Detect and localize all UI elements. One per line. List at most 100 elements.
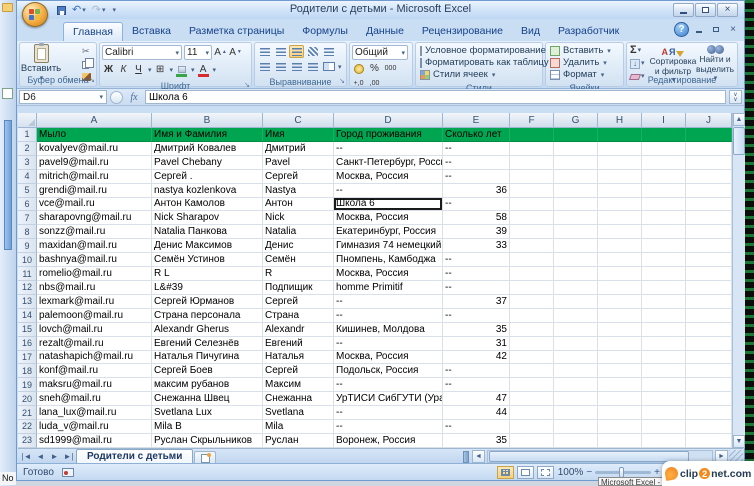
cell-C3[interactable]: Pavel	[263, 156, 334, 170]
copy-button[interactable]	[82, 59, 91, 69]
row-header-12[interactable]: 12	[18, 281, 37, 295]
previous-sheet-button[interactable]: ◄	[34, 452, 47, 461]
cell-E11[interactable]: --	[443, 267, 510, 281]
cell-A5[interactable]: grendi@mail.ru	[37, 184, 152, 198]
cell-D17[interactable]: Москва, Россия	[334, 351, 443, 365]
cell-D14[interactable]: --	[334, 309, 443, 323]
cell-A21[interactable]: lana_lux@mail.ru	[37, 406, 152, 420]
cell-F4[interactable]	[510, 170, 554, 184]
column-header-G[interactable]: G	[554, 113, 598, 128]
cell-F6[interactable]	[510, 198, 554, 212]
cell-G9[interactable]	[554, 239, 598, 253]
cell-H4[interactable]	[598, 170, 642, 184]
cell-J18[interactable]	[686, 364, 732, 378]
cell-A14[interactable]: palemoon@mail.ru	[37, 309, 152, 323]
cell-D1[interactable]: Город проживания	[334, 128, 443, 142]
row-header-20[interactable]: 20	[18, 392, 37, 406]
cell-G14[interactable]	[554, 309, 598, 323]
cell-H19[interactable]	[598, 378, 642, 392]
cell-J22[interactable]	[686, 420, 732, 434]
name-box[interactable]: D6▾	[19, 90, 107, 104]
cell-B1[interactable]: Имя и Фамилия	[152, 128, 263, 142]
cell-G16[interactable]	[554, 337, 598, 351]
align-center-button[interactable]	[273, 60, 288, 73]
cell-E5[interactable]: 36	[443, 184, 510, 198]
cell-G20[interactable]	[554, 392, 598, 406]
cell-I22[interactable]	[642, 420, 686, 434]
cell-E20[interactable]: 47	[443, 392, 510, 406]
cell-J12[interactable]	[686, 281, 732, 295]
conditional-formatting-button[interactable]: Условное форматирование▾	[420, 45, 540, 56]
cell-B4[interactable]: Сергей .	[152, 170, 263, 184]
cell-B13[interactable]: Сергей Юрманов	[152, 295, 263, 309]
cell-C11[interactable]: R	[263, 267, 334, 281]
borders-button[interactable]: ⊞	[154, 63, 167, 76]
cell-A13[interactable]: lexmark@mail.ru	[37, 295, 152, 309]
cell-F10[interactable]	[510, 253, 554, 267]
row-header-17[interactable]: 17	[18, 351, 37, 365]
align-middle-button[interactable]	[273, 45, 288, 58]
percent-style-button[interactable]: %	[368, 62, 381, 75]
cell-I13[interactable]	[642, 295, 686, 309]
cell-E22[interactable]: --	[443, 420, 510, 434]
horizontal-scroll-thumb[interactable]	[489, 451, 689, 462]
page-layout-view-button[interactable]	[517, 466, 534, 479]
cell-J16[interactable]	[686, 337, 732, 351]
zoom-slider[interactable]	[595, 471, 651, 474]
cell-I11[interactable]	[642, 267, 686, 281]
cell-H23[interactable]	[598, 434, 642, 448]
cell-E3[interactable]: --	[443, 156, 510, 170]
align-top-button[interactable]	[257, 45, 272, 58]
cell-E16[interactable]: 31	[443, 337, 510, 351]
ribbon-tab-6[interactable]: Вид	[512, 22, 549, 41]
row-header-3[interactable]: 3	[18, 156, 37, 170]
cell-H11[interactable]	[598, 267, 642, 281]
cell-E1[interactable]: Сколько лет	[443, 128, 510, 142]
cell-A22[interactable]: luda_v@mail.ru	[37, 420, 152, 434]
formula-input[interactable]: Школа 6	[145, 90, 726, 104]
autosum-button[interactable]: Σ▾	[630, 45, 645, 56]
row-header-6[interactable]: 6	[18, 198, 37, 212]
row-header-8[interactable]: 8	[18, 225, 37, 239]
cell-F7[interactable]	[510, 211, 554, 225]
cell-B6[interactable]: Антон Камолов	[152, 198, 263, 212]
merge-center-button[interactable]	[321, 60, 336, 73]
cell-J9[interactable]	[686, 239, 732, 253]
cell-D23[interactable]: Воронеж, Россия	[334, 434, 443, 448]
office-button[interactable]	[22, 2, 48, 27]
cell-I17[interactable]	[642, 351, 686, 365]
zoom-out-button[interactable]: −	[586, 467, 592, 478]
cell-D21[interactable]: --	[334, 406, 443, 420]
vertical-scroll-thumb[interactable]	[733, 127, 745, 155]
cell-B20[interactable]: Снежанна Швец	[152, 392, 263, 406]
row-header-23[interactable]: 23	[18, 434, 37, 448]
cell-F13[interactable]	[510, 295, 554, 309]
row-header-15[interactable]: 15	[18, 323, 37, 337]
cell-C14[interactable]: Страна	[263, 309, 334, 323]
decrease-indent-button[interactable]	[305, 60, 320, 73]
name-box-split-button[interactable]	[110, 91, 123, 104]
cell-I21[interactable]	[642, 406, 686, 420]
cell-E14[interactable]: --	[443, 309, 510, 323]
cell-D19[interactable]: --	[334, 378, 443, 392]
cell-H21[interactable]	[598, 406, 642, 420]
cell-H14[interactable]	[598, 309, 642, 323]
cell-G3[interactable]	[554, 156, 598, 170]
cell-A11[interactable]: romelio@mail.ru	[37, 267, 152, 281]
cell-A7[interactable]: sharapovng@mail.ru	[37, 211, 152, 225]
cell-H7[interactable]	[598, 211, 642, 225]
minimize-button[interactable]	[673, 3, 694, 17]
cell-E4[interactable]: --	[443, 170, 510, 184]
row-header-22[interactable]: 22	[18, 420, 37, 434]
italic-button[interactable]: К	[117, 63, 130, 76]
cell-A3[interactable]: pavel9@mail.ru	[37, 156, 152, 170]
delete-cells-button[interactable]: Удалить▾	[550, 57, 621, 68]
column-header-E[interactable]: E	[443, 113, 510, 128]
row-header-5[interactable]: 5	[18, 184, 37, 198]
cell-C15[interactable]: Alexandr	[263, 323, 334, 337]
zoom-slider-handle[interactable]	[619, 467, 624, 478]
cell-F17[interactable]	[510, 351, 554, 365]
cell-J7[interactable]	[686, 211, 732, 225]
cell-G5[interactable]	[554, 184, 598, 198]
cell-G15[interactable]	[554, 323, 598, 337]
